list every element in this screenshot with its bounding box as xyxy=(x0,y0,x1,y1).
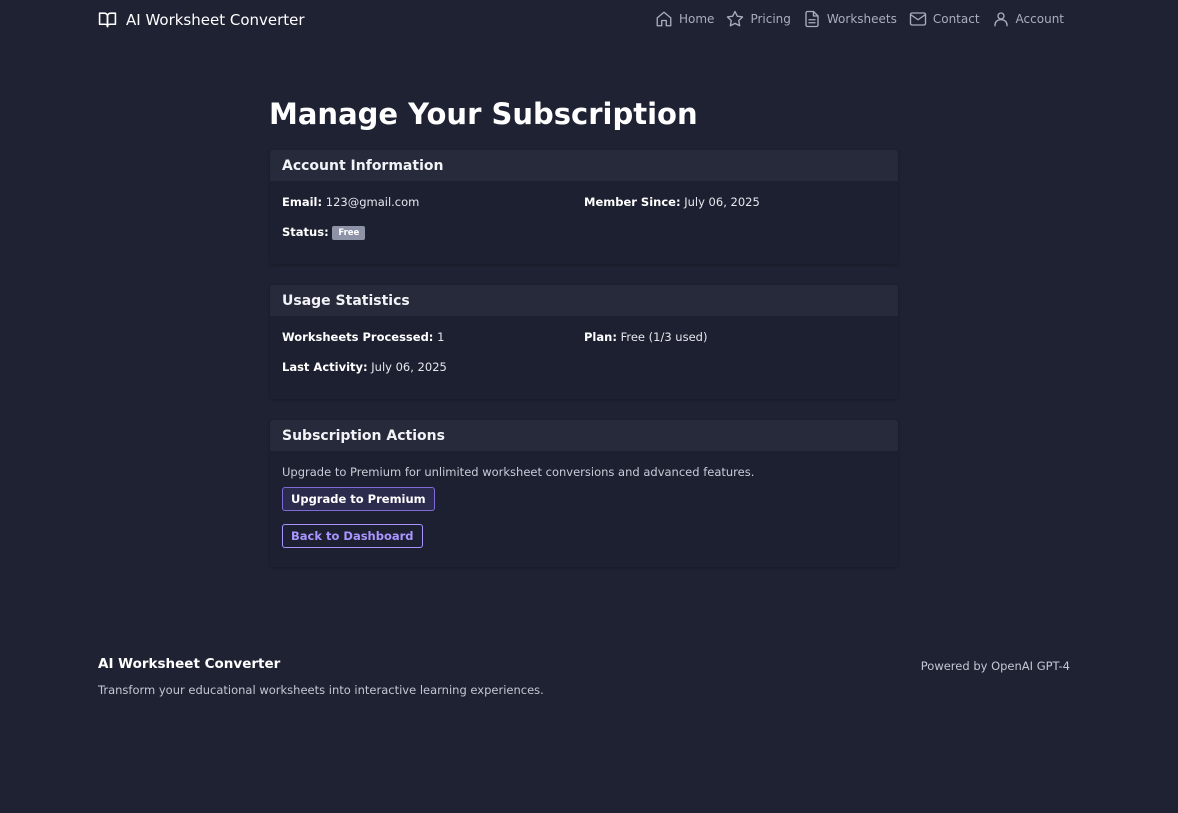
main-content: Manage Your Subscription Account Informa… xyxy=(269,93,898,567)
info-row: Email: 123@gmail.com Member Since: July … xyxy=(282,195,886,225)
upgrade-description: Upgrade to Premium for unlimited workshe… xyxy=(282,465,755,479)
book-open-icon xyxy=(98,12,117,28)
nav-link-pricing[interactable]: Pricing xyxy=(726,10,791,28)
worksheets-processed-label: Worksheets Processed: xyxy=(282,330,434,344)
nav-link-home[interactable]: Home xyxy=(655,10,714,28)
usage-statistics-card: Usage Statistics Worksheets Processed: 1… xyxy=(270,285,898,399)
back-to-dashboard-button[interactable]: Back to Dashboard xyxy=(282,524,423,548)
plan-value: Free (1/3 used) xyxy=(620,330,708,344)
nav-link-label: Pricing xyxy=(750,12,791,26)
nav-links: Home Pricing Worksheets Contact Account xyxy=(655,10,1064,28)
nav-link-label: Worksheets xyxy=(826,12,897,26)
nav-link-contact[interactable]: Contact xyxy=(909,10,980,28)
brand-name: AI Worksheet Converter xyxy=(126,10,305,29)
info-row: Worksheets Processed: 1 Plan: Free (1/3 … xyxy=(282,330,886,360)
last-activity-value: July 06, 2025 xyxy=(371,360,447,374)
info-row: Status: Free xyxy=(282,225,886,255)
member-since-value: July 06, 2025 xyxy=(684,195,760,209)
upgrade-to-premium-button[interactable]: Upgrade to Premium xyxy=(282,487,435,511)
footer-powered-by: Powered by OpenAI GPT-4 xyxy=(920,659,1070,673)
nav-link-label: Home xyxy=(679,12,715,26)
footer-title: AI Worksheet Converter xyxy=(98,656,281,672)
user-icon xyxy=(993,12,1008,27)
subscription-actions-card: Subscription Actions Upgrade to Premium … xyxy=(270,420,898,567)
card-header: Usage Statistics xyxy=(270,285,898,316)
plan-field: Plan: Free (1/3 used) xyxy=(584,330,886,360)
card-header: Account Information xyxy=(270,150,898,181)
star-icon xyxy=(727,10,744,27)
worksheets-processed-value: 1 xyxy=(437,330,445,344)
status-field: Status: Free xyxy=(282,225,593,255)
document-icon xyxy=(805,10,819,28)
top-navbar: AI Worksheet Converter Home Pricing Work… xyxy=(0,0,1178,38)
email-label: Email: xyxy=(282,195,323,209)
nav-link-worksheets[interactable]: Worksheets xyxy=(803,10,897,28)
account-information-card: Account Information Email: 123@gmail.com… xyxy=(270,150,898,264)
status-label: Status: xyxy=(282,225,329,239)
nav-link-account[interactable]: Account xyxy=(992,10,1064,28)
member-since-field: Member Since: July 06, 2025 xyxy=(584,195,886,225)
email-value: 123@gmail.com xyxy=(325,195,420,209)
last-activity-field: Last Activity: July 06, 2025 xyxy=(282,360,593,390)
card-body: Worksheets Processed: 1 Plan: Free (1/3 … xyxy=(270,316,898,390)
nav-link-label: Contact xyxy=(932,12,980,26)
last-activity-label: Last Activity: xyxy=(282,360,368,374)
status-badge: Free xyxy=(332,226,366,240)
email-field: Email: 123@gmail.com xyxy=(282,195,584,225)
plan-label: Plan: xyxy=(584,330,617,344)
page-title: Manage Your Subscription xyxy=(269,97,698,131)
footer-tagline: Transform your educational worksheets in… xyxy=(98,683,544,697)
home-icon xyxy=(656,11,672,27)
brand-link[interactable]: AI Worksheet Converter xyxy=(98,10,305,29)
info-row: Last Activity: July 06, 2025 xyxy=(282,360,886,390)
mail-icon xyxy=(909,12,927,26)
card-body: Email: 123@gmail.com Member Since: July … xyxy=(270,181,898,255)
member-since-label: Member Since: xyxy=(584,195,681,209)
card-header: Subscription Actions xyxy=(270,420,898,451)
nav-link-label: Account xyxy=(1015,12,1064,26)
worksheets-processed-field: Worksheets Processed: 1 xyxy=(282,330,584,360)
card-body: Upgrade to Premium for unlimited workshe… xyxy=(270,451,898,548)
